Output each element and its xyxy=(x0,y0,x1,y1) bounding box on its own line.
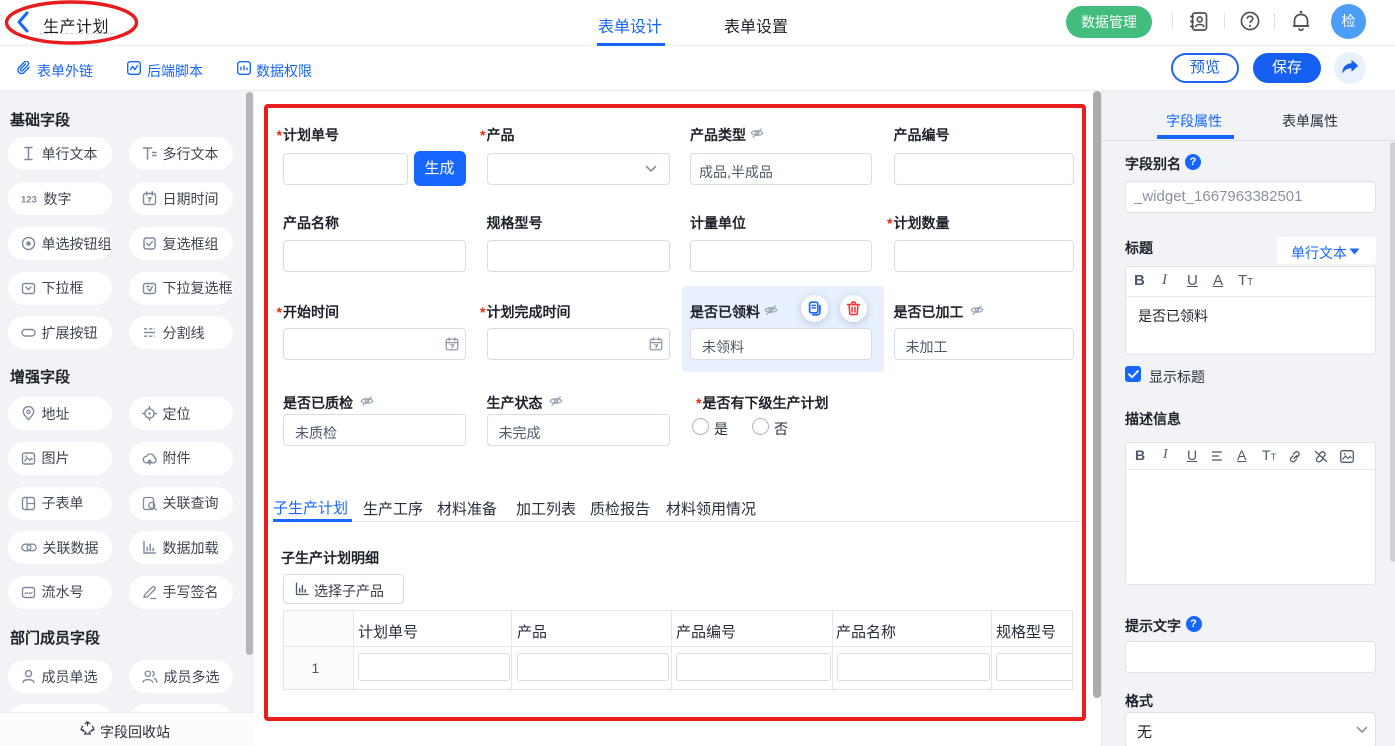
svg-text:123: 123 xyxy=(21,195,37,206)
